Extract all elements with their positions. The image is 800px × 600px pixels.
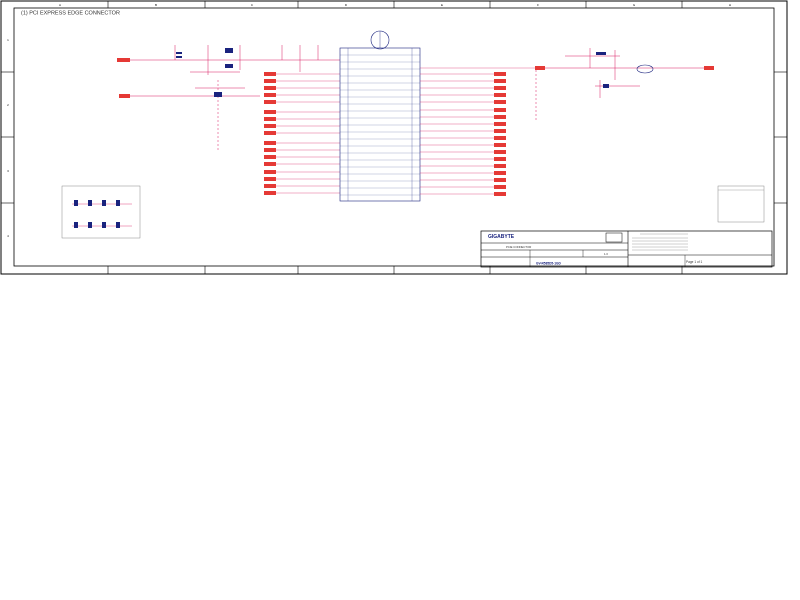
col-marker: H bbox=[729, 3, 731, 7]
sheet-title: (1) PCI EXPRESS EDGE CONNECTOR bbox=[21, 11, 120, 17]
document-name: PCIE CONNECTOR bbox=[506, 245, 531, 249]
connector-pin-rows bbox=[340, 54, 420, 196]
col-marker: A bbox=[59, 3, 61, 7]
company-logo-text: GIGABYTE bbox=[488, 234, 515, 240]
capacitor-symbol bbox=[603, 84, 609, 88]
page-label: Page 1 of 1 bbox=[686, 260, 703, 264]
net-label-left bbox=[119, 94, 130, 98]
project-code: GV-R585D5-1GD bbox=[536, 262, 561, 266]
net-label-right bbox=[704, 66, 714, 70]
revision: 1.0 bbox=[604, 252, 608, 256]
col-marker: E bbox=[441, 3, 443, 7]
sheet-outer-border bbox=[0, 0, 788, 275]
net-label-left bbox=[117, 58, 130, 62]
col-marker: F bbox=[537, 3, 539, 7]
net-label-right bbox=[535, 66, 545, 70]
schematic-sheet: A B C D E F G H 1 2 3 4 (1) PCI EXPRESS … bbox=[0, 0, 788, 275]
resistor-symbol bbox=[596, 52, 606, 55]
col-marker: B bbox=[155, 3, 157, 7]
